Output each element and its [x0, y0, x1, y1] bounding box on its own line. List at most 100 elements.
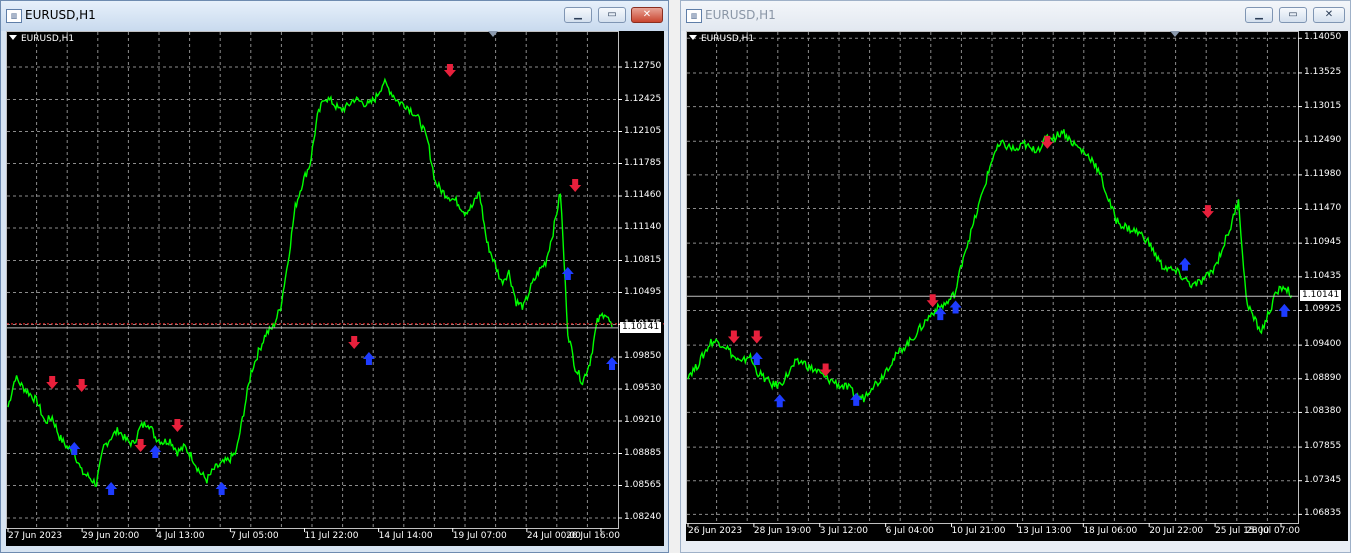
minimize-button[interactable]: ▁: [564, 7, 592, 23]
triangle-down-icon[interactable]: [689, 35, 697, 40]
sell-arrow-icon: [46, 376, 59, 389]
price-axis-label: 1.11470: [1304, 202, 1342, 213]
price-axis-label: 1.11980: [1304, 168, 1342, 179]
window-titlebar[interactable]: ▥ EURUSD,H1 ▁ ▭ ✕: [1, 1, 668, 31]
time-axis-label: 26 Jul 16:00: [566, 531, 620, 541]
price-axis-label: 1.12105: [624, 125, 662, 136]
sell-arrow-icon: [750, 330, 763, 344]
chart-symbol-label[interactable]: EURUSD,H1: [689, 34, 754, 44]
buy-arrow-icon: [215, 482, 228, 495]
time-axis-label: 19 Jul 07:00: [452, 531, 507, 541]
price-axis-label: 1.09400: [1304, 339, 1342, 350]
close-button[interactable]: ✕: [1313, 7, 1345, 23]
price-axis-label: 1.08565: [624, 479, 662, 490]
time-axis-label: 18 Jul 06:00: [1083, 526, 1138, 536]
price-axis-label: 1.09530: [624, 383, 662, 393]
buy-arrow-icon: [606, 357, 618, 370]
sell-arrow-icon: [569, 179, 582, 192]
buy-arrow-icon: [773, 394, 786, 408]
price-axis-label: 1.08240: [624, 512, 662, 522]
price-axis-label: 1.07345: [1304, 474, 1342, 485]
sell-arrow-icon: [443, 64, 456, 77]
maximize-icon: ▭: [607, 9, 617, 20]
price-axis-label: 1.14050: [1304, 32, 1342, 43]
time-axis-label: 20 Jul 22:00: [1149, 526, 1204, 536]
price-axis-label: 1.12750: [624, 61, 662, 71]
price-axis-label: 1.08890: [1304, 372, 1342, 383]
time-axis-label: 13 Jul 13:00: [1017, 526, 1072, 536]
close-icon: ✕: [642, 9, 652, 20]
price-axis-label: 1.07855: [1304, 441, 1342, 452]
price-axis-label: 1.09210: [624, 415, 662, 425]
time-axis-label: 26 Jun 2023: [688, 526, 743, 536]
buy-arrow-icon: [105, 482, 118, 495]
price-chart[interactable]: EURUSD,H1 1.14050 1.13525 1.13015 1.12490 1.…: [686, 31, 1348, 541]
time-axis-label: 10 Jul 21:00: [951, 526, 1006, 536]
time-axis-label: 29 Jun 20:00: [82, 531, 140, 541]
price-axis-label: 1.12425: [624, 93, 662, 104]
chart-shift-marker[interactable]: [1170, 31, 1180, 37]
time-axis-label: 27 Jun 2023: [8, 531, 63, 541]
buy-arrow-icon: [1278, 303, 1291, 317]
time-axis-label: 6 Jul 04:00: [885, 526, 934, 536]
price-axis-label: 1.10435: [1304, 270, 1342, 281]
chart-window-right[interactable]: ▥ EURUSD,H1 ▁ ▭ ✕ EURUSD,H1 1.14050 1.135…: [680, 0, 1351, 553]
time-axis-label: 28 Jul 07:00: [1246, 526, 1300, 536]
price-line: [687, 129, 1293, 403]
close-button[interactable]: ✕: [631, 7, 663, 23]
sell-arrow-icon: [1201, 205, 1214, 219]
buy-arrow-icon: [934, 307, 947, 321]
chart-window-icon: ▥: [6, 9, 22, 23]
price-line: [7, 77, 613, 487]
price-axis-label: 1.08885: [624, 447, 662, 458]
price-axis-label: 1.10945: [1304, 237, 1342, 248]
buy-arrow-icon: [949, 300, 962, 314]
time-axis-label: 11 Jul 22:00: [304, 531, 359, 541]
maximize-icon: ▭: [1288, 9, 1298, 20]
time-axis-label: 4 Jul 13:00: [156, 531, 205, 541]
minimize-icon: ▁: [574, 9, 582, 20]
window-titlebar[interactable]: ▥ EURUSD,H1 ▁ ▭ ✕: [681, 1, 1350, 31]
price-axis-label: 1.13015: [1304, 100, 1342, 111]
buy-arrow-icon: [1178, 257, 1191, 271]
time-axis-label: 7 Jul 05:00: [230, 531, 279, 541]
close-icon: ✕: [1324, 9, 1334, 20]
sell-arrow-icon: [348, 336, 361, 349]
buy-arrow-icon: [68, 442, 81, 455]
time-axis-label: 3 Jul 12:00: [819, 526, 869, 536]
price-axis-label: 1.13525: [1304, 66, 1342, 77]
minimize-icon: ▁: [1255, 9, 1263, 20]
buy-arrow-icon: [561, 267, 574, 280]
time-axis-label: 28 Jun 19:00: [753, 526, 812, 536]
price-axis-label: 1.08380: [1304, 406, 1342, 417]
window-title: EURUSD,H1: [705, 8, 776, 22]
buy-arrow-icon: [149, 445, 162, 458]
window-title: EURUSD,H1: [25, 8, 96, 22]
maximize-button[interactable]: ▭: [598, 7, 626, 23]
price-chart[interactable]: EURUSD,H1 1.12750 1.12425 1.12105 1.11785 1.…: [6, 31, 664, 546]
sell-arrow-icon: [75, 379, 88, 392]
sell-arrow-icon: [819, 363, 832, 377]
price-axis-label: 1.10815: [624, 254, 662, 265]
price-axis-label: 1.06835: [1304, 508, 1342, 519]
buy-arrow-icon: [850, 392, 863, 406]
chart-canvas[interactable]: [686, 31, 1348, 541]
price-axis-label: 1.11460: [624, 190, 662, 200]
price-axis-label: 1.10495: [624, 286, 662, 297]
price-axis-label: 1.12490: [1304, 135, 1342, 146]
current-price-tag: 1.10141: [1300, 290, 1342, 302]
price-axis-label: 1.09850: [624, 351, 662, 361]
current-price-tag: 1.10141: [620, 321, 662, 333]
chart-symbol-label[interactable]: EURUSD,H1: [9, 34, 74, 44]
time-axis-label: 14 Jul 14:00: [378, 531, 433, 541]
triangle-down-icon[interactable]: [9, 35, 17, 40]
chart-canvas[interactable]: [6, 31, 664, 546]
maximize-button[interactable]: ▭: [1279, 7, 1307, 23]
minimize-button[interactable]: ▁: [1245, 7, 1273, 23]
price-axis-label: 1.11785: [624, 157, 662, 168]
chart-shift-marker[interactable]: [488, 31, 498, 37]
sell-arrow-icon: [727, 330, 740, 344]
price-axis-label: 1.09925: [1304, 304, 1342, 315]
chart-window-left[interactable]: ▥ EURUSD,H1 ▁ ▭ ✕ EURUSD,H1 1.12750 1.124…: [0, 0, 669, 553]
chart-window-icon: ▥: [686, 9, 702, 23]
